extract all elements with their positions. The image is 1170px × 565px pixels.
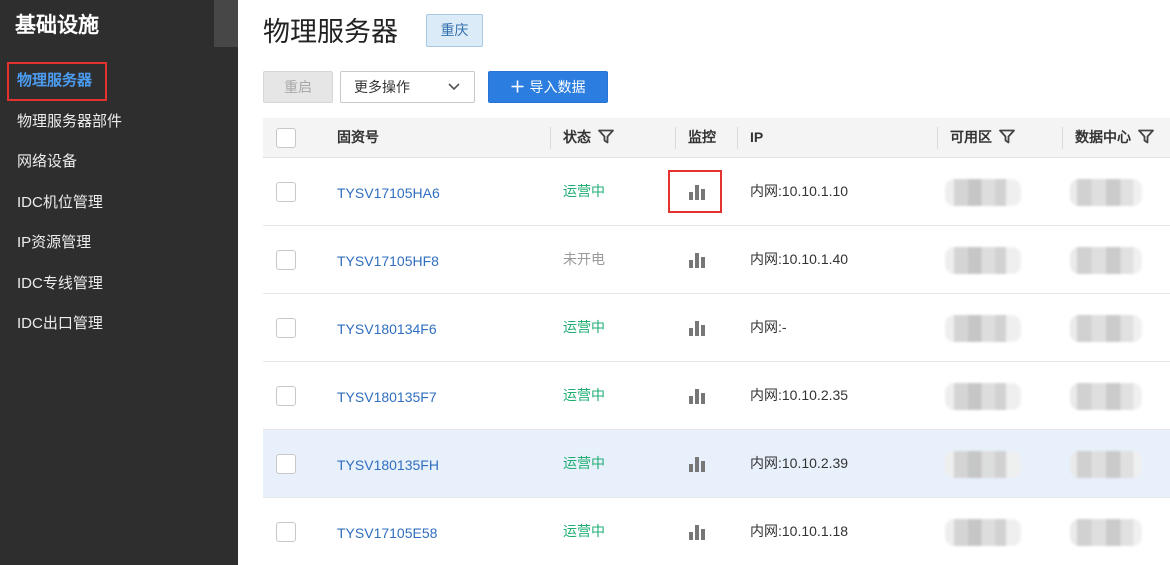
status-text: 运营中: [563, 455, 605, 471]
table-row[interactable]: TYSV180135FH 运营中 内网:10.10.2.39: [263, 430, 1170, 498]
chevron-down-icon: [448, 83, 460, 91]
region-badge[interactable]: 重庆: [426, 14, 483, 47]
redacted-datacenter: [1070, 179, 1142, 206]
column-header-zone: 可用区: [950, 118, 1015, 157]
column-divider: [550, 127, 551, 149]
redacted-datacenter: [1070, 315, 1142, 342]
bar-chart-icon[interactable]: [688, 184, 706, 200]
ip-text: 内网:-: [750, 319, 787, 335]
sidebar-item[interactable]: 物理服务器部件: [17, 112, 122, 132]
redacted-datacenter: [1070, 451, 1142, 478]
redacted-datacenter: [1070, 519, 1142, 546]
plus-icon: [511, 80, 523, 93]
status-text: 运营中: [563, 387, 605, 403]
import-data-button[interactable]: 导入数据: [488, 71, 608, 103]
page-title: 物理服务器: [263, 17, 398, 47]
select-all-checkbox[interactable]: [276, 128, 296, 148]
sidebar-item[interactable]: IDC出口管理: [17, 314, 103, 334]
table-row[interactable]: TYSV180135F7 运营中 内网:10.10.2.35: [263, 362, 1170, 430]
filter-icon[interactable]: [1138, 129, 1154, 144]
sidebar-menu: 物理服务器物理服务器部件 网络设备 IDC机位管理 IP资源管理 IDC专线管理 IDC出…: [0, 60, 238, 360]
asset-id-link[interactable]: TYSV180134F6: [337, 294, 437, 364]
bar-chart-icon[interactable]: [688, 252, 706, 268]
filter-icon[interactable]: [598, 129, 614, 144]
row-checkbox[interactable]: [276, 386, 296, 406]
asset-id-link[interactable]: TYSV180135F7: [337, 362, 437, 432]
bar-chart-icon[interactable]: [688, 388, 706, 404]
app-root: 基础设施 物理服务器物理服务器部件 网络设备 IDC机位管理 IP资源管理 IDC专线管…: [0, 0, 1170, 565]
row-checkbox[interactable]: [276, 454, 296, 474]
column-header-datacenter: 数据中心: [1075, 118, 1154, 157]
column-header-datacenter-label: 数据中心: [1075, 129, 1131, 145]
sidebar-title: 基础设施: [15, 14, 99, 37]
column-divider: [1062, 127, 1063, 149]
bar-chart-icon[interactable]: [688, 320, 706, 336]
asset-id-link[interactable]: TYSV17105HA6: [337, 158, 440, 228]
import-data-label: 导入数据: [529, 79, 586, 95]
asset-id-link[interactable]: TYSV180135FH: [337, 430, 439, 500]
ip-text: 内网:10.10.1.18: [750, 523, 849, 539]
redacted-zone: [945, 451, 1021, 478]
column-divider: [737, 127, 738, 149]
sidebar: 基础设施 物理服务器物理服务器部件 网络设备 IDC机位管理 IP资源管理 IDC专线管…: [0, 0, 238, 565]
redacted-zone: [945, 383, 1021, 410]
column-header-status-label: 状态: [563, 129, 591, 145]
row-checkbox[interactable]: [276, 182, 296, 202]
status-text: 运营中: [563, 183, 605, 199]
sidebar-item[interactable]: IDC专线管理: [17, 274, 103, 294]
column-divider: [675, 127, 676, 149]
more-actions-dropdown[interactable]: 更多操作: [340, 71, 475, 103]
row-checkbox[interactable]: [276, 522, 296, 542]
sidebar-item[interactable]: 网络设备: [17, 152, 77, 172]
asset-id-link[interactable]: TYSV17105HF8: [337, 226, 439, 296]
column-header-ip[interactable]: IP: [750, 118, 763, 157]
sidebar-item[interactable]: IDC机位管理: [17, 193, 103, 213]
column-header-monitor: 监控: [688, 129, 716, 145]
column-header-zone-label: 可用区: [950, 129, 992, 145]
restart-button[interactable]: 重启: [263, 71, 333, 103]
redacted-datacenter: [1070, 247, 1142, 274]
bar-chart-icon[interactable]: [688, 456, 706, 472]
table-header: 固资号 状态 监控 IP 可用区 数据中心: [263, 118, 1170, 158]
row-checkbox[interactable]: [276, 250, 296, 270]
server-table: 固资号 状态 监控 IP 可用区 数据中心 TYSV17105HA6 运营中 内网:…: [263, 118, 1170, 565]
sidebar-item-active[interactable]: 物理服务器: [17, 71, 92, 91]
sidebar-collapse-handle[interactable]: [214, 0, 238, 47]
redacted-zone: [945, 519, 1021, 546]
table-row[interactable]: TYSV17105HA6 运营中 内网:10.10.1.10: [263, 158, 1170, 226]
ip-text: 内网:10.10.2.39: [750, 455, 849, 471]
table-row[interactable]: TYSV17105HF8 未开电 内网:10.10.1.40: [263, 226, 1170, 294]
ip-text: 内网:10.10.1.10: [750, 183, 849, 199]
asset-id-link[interactable]: TYSV17105E58: [337, 498, 437, 565]
ip-text: 内网:10.10.2.35: [750, 387, 849, 403]
redacted-zone: [945, 179, 1021, 206]
filter-icon[interactable]: [999, 129, 1015, 144]
status-text: 运营中: [563, 319, 605, 335]
status-text: 运营中: [563, 523, 605, 539]
status-text: 未开电: [563, 251, 605, 267]
row-checkbox[interactable]: [276, 318, 296, 338]
table-row[interactable]: TYSV17105E58 运营中 内网:10.10.1.18: [263, 498, 1170, 565]
more-actions-label: 更多操作: [354, 79, 410, 95]
redacted-zone: [945, 247, 1021, 274]
ip-text: 内网:10.10.1.40: [750, 251, 849, 267]
redacted-zone: [945, 315, 1021, 342]
table-row[interactable]: TYSV180134F6 运营中 内网:-: [263, 294, 1170, 362]
redacted-datacenter: [1070, 383, 1142, 410]
column-header-asset-id[interactable]: 固资号: [337, 118, 379, 157]
column-divider: [937, 127, 938, 149]
bar-chart-icon[interactable]: [688, 524, 706, 540]
column-header-status: 状态: [563, 118, 614, 157]
sidebar-item[interactable]: IP资源管理: [17, 233, 91, 253]
